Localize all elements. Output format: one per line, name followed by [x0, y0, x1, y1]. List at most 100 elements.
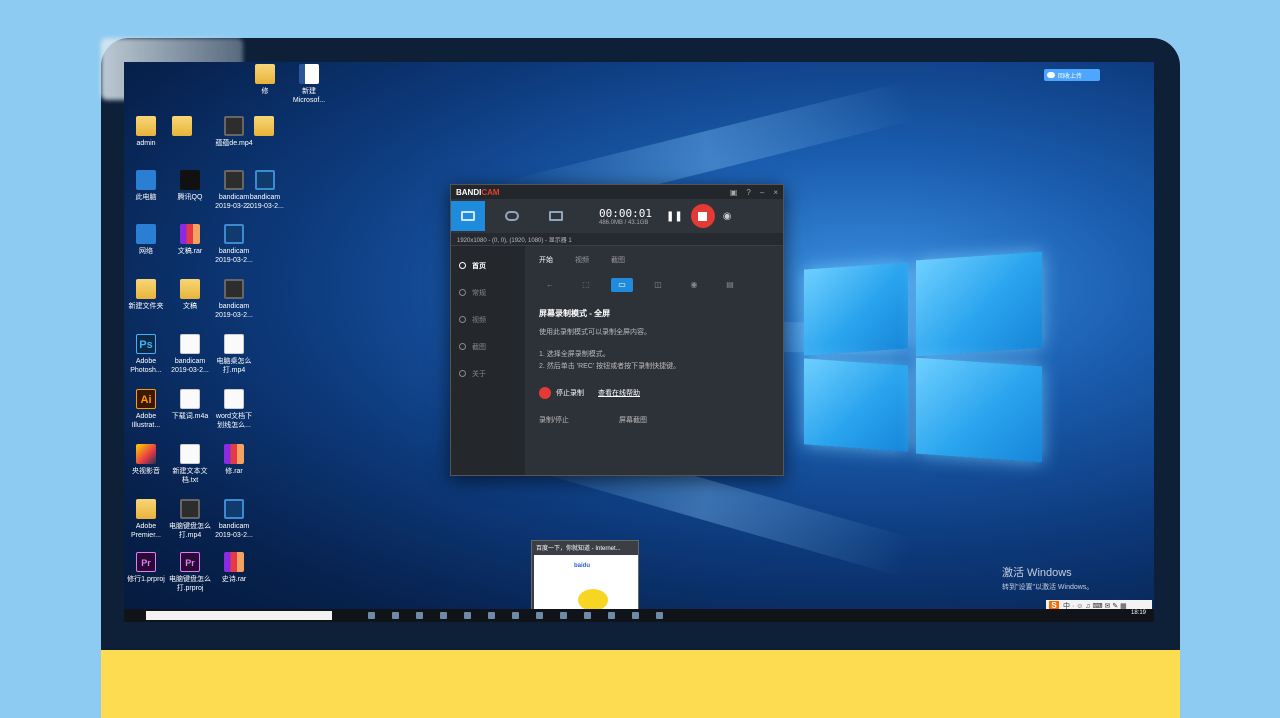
nav-label: 关于	[472, 370, 486, 378]
desktop-icon-label: 修行1.prproj	[127, 576, 165, 583]
desktop-icon[interactable]: 修	[243, 64, 287, 96]
desktop-icon[interactable]	[160, 116, 204, 139]
taskbar: 18:19	[124, 609, 1154, 622]
desktop-icon[interactable]: bandicam 2019-03-2...	[168, 334, 212, 375]
desktop-icon-label: 新建文件夹	[128, 303, 164, 310]
desktop-icon[interactable]: bandicam 2019-03-2...	[243, 170, 287, 211]
timer-value: 00:00:01	[599, 206, 652, 220]
desktop-icon[interactable]: bandicam 2019-03-2...	[212, 499, 256, 540]
desktop-icon[interactable]: 修.rar	[212, 444, 256, 476]
taskbar-app-icon[interactable]	[368, 612, 375, 619]
taskbar-app-icon[interactable]	[464, 612, 471, 619]
game-mode-icon[interactable]: ◉	[683, 278, 705, 292]
pause-button[interactable]: ❚❚	[666, 211, 683, 222]
desktop-icon-label: admin	[136, 140, 156, 147]
stop-label: 停止录制	[556, 390, 584, 397]
desktop-icon[interactable]: Adobe Premier...	[124, 499, 168, 540]
taskbar-app-icon[interactable]	[656, 612, 663, 619]
desktop-icon-label: 新建 Microsof...	[292, 88, 326, 104]
desktop-icon[interactable]: 腾讯QQ	[168, 170, 212, 202]
desktop-icon[interactable]: 网络	[124, 224, 168, 256]
subtabs: 开始 视频 截图	[539, 252, 769, 268]
mode-selector: ← ⬚ ▭ ◫ ◉ ▤	[539, 276, 769, 294]
taskbar-app-icon[interactable]	[392, 612, 399, 619]
taskbar-app-icon[interactable]	[416, 612, 423, 619]
hotkey-screenshot[interactable]: 屏幕截图	[619, 415, 647, 425]
stop-record-button[interactable]	[690, 204, 715, 228]
nav-video[interactable]: 视频	[451, 306, 525, 333]
nav-home[interactable]: 首页	[451, 252, 525, 279]
back-icon[interactable]: ←	[539, 278, 561, 292]
area-mode-icon[interactable]: ◫	[647, 278, 669, 292]
screen-mode-button[interactable]	[451, 201, 485, 231]
logo-pane	[804, 358, 908, 452]
white-icon	[224, 389, 244, 409]
taskbar-search[interactable]	[146, 611, 332, 620]
desktop-icon-label: 修.rar	[225, 468, 243, 475]
taskbar-app-icon[interactable]	[608, 612, 615, 619]
blue-icon	[136, 224, 156, 244]
taskbar-app-icon[interactable]	[512, 612, 519, 619]
folder-icon[interactable]: ▣	[730, 188, 738, 197]
minimize-button[interactable]: –	[760, 188, 764, 197]
brand-accent: CAM	[481, 187, 500, 197]
taskbar-app-icon[interactable]	[488, 612, 495, 619]
desktop-icon[interactable]: Pr 修行1.prproj	[124, 552, 168, 584]
desktop-icon[interactable]: 新建文件夹	[124, 279, 168, 311]
bandicam-window[interactable]: BANDICAM ▣ ? – × 00:00:01 486.0MB / 43.1…	[450, 184, 784, 476]
system-tray[interactable]: 18:19	[1131, 610, 1146, 616]
desktop-icon[interactable]: 新建文本文 档.txt	[168, 444, 212, 485]
monitor-base	[101, 650, 1180, 718]
close-button[interactable]: ×	[773, 188, 778, 197]
cloud-upload-button[interactable]: 回收上传	[1044, 69, 1100, 81]
desktop-icon[interactable]: bandicam 2019-03-2...	[212, 279, 256, 320]
tab-start[interactable]: 开始	[539, 255, 553, 265]
desktop-icon[interactable]: 文稿	[168, 279, 212, 311]
help-icon[interactable]: ?	[746, 188, 750, 197]
taskbar-app-icon[interactable]	[632, 612, 639, 619]
taskbar-app-icon[interactable]	[536, 612, 543, 619]
desktop-icon[interactable]	[242, 116, 286, 139]
tab-screenshot[interactable]: 截图	[611, 255, 625, 265]
recording-timer: 00:00:01 486.0MB / 43.1GB	[599, 207, 652, 226]
tab-video[interactable]: 视频	[575, 255, 589, 265]
game-mode-button[interactable]	[495, 201, 529, 231]
rectangle-mode-icon[interactable]: ⬚	[575, 278, 597, 292]
taskbar-preview[interactable]: 百度一下，你就知道 - Internet... baidu	[531, 540, 639, 612]
desktop-icon[interactable]: Pr 电脑键盘怎么 打.prproj	[168, 552, 212, 593]
desktop-icon[interactable]: 史诗.rar	[212, 552, 256, 584]
fullscreen-mode-icon[interactable]: ▭	[611, 278, 633, 292]
desktop-icon[interactable]: bandicam 2019-03-2...	[212, 224, 256, 265]
bandicam-titlebar[interactable]: BANDICAM ▣ ? – ×	[451, 185, 783, 199]
taskbar-app-icon[interactable]	[560, 612, 567, 619]
window-controls: ▣ ? – ×	[730, 188, 778, 197]
desktop-icon[interactable]: word文档下 划线怎么...	[212, 389, 256, 430]
desktop-icon-label: 新建文本文 档.txt	[172, 468, 208, 484]
resolution-bar[interactable]: 1920x1080 - (0, 0), (1920, 1080) - 显示器 1	[451, 233, 783, 246]
device-mode-button[interactable]	[539, 201, 573, 231]
preview-title: 百度一下，你就知道 - Internet...	[536, 546, 621, 552]
desktop-icon[interactable]: 新建 Microsof...	[287, 64, 331, 105]
nav-screenshot[interactable]: 截图	[451, 333, 525, 360]
desktop-icon[interactable]: Ai Adobe Illustrat...	[124, 389, 168, 430]
desktop-icon[interactable]: 电脑桌怎么 打.mp4	[212, 334, 256, 375]
desktop-icon[interactable]: 电脑键盘怎么 打.mp4	[168, 499, 212, 540]
desktop-icon[interactable]: 文稿.rar	[168, 224, 212, 256]
logo-pane	[916, 357, 1042, 463]
desktop-icon-label: 文稿.rar	[177, 248, 203, 255]
desktop-icon[interactable]: Ps Adobe Photosh...	[124, 334, 168, 375]
desktop-icon[interactable]: 此电脑	[124, 170, 168, 202]
desktop-icon[interactable]: 央视影音	[124, 444, 168, 476]
nav-about[interactable]: 关于	[451, 360, 525, 387]
nav-general[interactable]: 常规	[451, 279, 525, 306]
hotkey-record[interactable]: 录制/停止	[539, 415, 569, 425]
screenshot-button[interactable]: ◉	[723, 211, 732, 222]
stop-recording-button[interactable]: 停止录制	[539, 387, 584, 399]
taskbar-app-icon[interactable]	[584, 612, 591, 619]
online-help-link[interactable]: 查看在线帮助	[598, 388, 640, 398]
desktop-icon-label: 史诗.rar	[221, 576, 247, 583]
device-mode-icon[interactable]: ▤	[719, 278, 741, 292]
taskbar-app-icon[interactable]	[440, 612, 447, 619]
taskbar-icons	[368, 612, 663, 619]
desktop-icon[interactable]: 下载词.m4a	[168, 389, 212, 421]
